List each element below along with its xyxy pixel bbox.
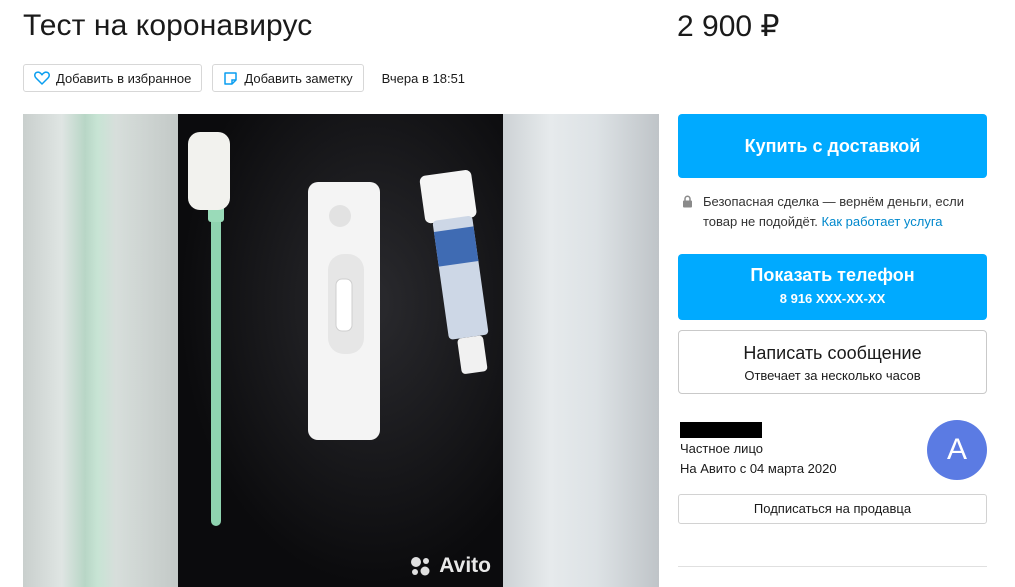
add-note-label: Добавить заметку [244, 70, 353, 86]
add-to-favorites-button[interactable]: Добавить в избранное [23, 64, 203, 92]
subscribe-seller-button[interactable]: Подписаться на продавца [678, 494, 987, 524]
divider [678, 566, 987, 567]
avatar[interactable]: А [927, 420, 987, 480]
how-service-works-link[interactable]: Как работает услуга [822, 214, 943, 229]
write-message-button[interactable]: Написать сообщение Отвечает за несколько… [678, 330, 987, 394]
safe-deal-note: Безопасная сделка — вернём деньги, если … [680, 192, 990, 232]
lock-icon [683, 195, 692, 208]
posted-date: Вчера в 18:51 [381, 70, 466, 86]
add-note-button[interactable]: Добавить заметку [212, 64, 364, 92]
listing-actions: Добавить в избранное Добавить заметку Вч… [23, 64, 465, 92]
listing-price: 2 900 ₽ [677, 10, 780, 43]
buy-with-delivery-button[interactable]: Купить с доставкой [678, 114, 987, 178]
show-phone-button[interactable]: Показать телефон 8 916 XXX-XX-XX [678, 254, 987, 320]
seller-type: Частное лицо [680, 441, 763, 456]
listing-photo[interactable]: Avito [178, 114, 503, 587]
gallery-blur-left [23, 114, 178, 587]
gallery-blur-right [503, 114, 659, 587]
seller-since: На Авито с 04 марта 2020 [680, 461, 837, 476]
write-message-label: Написать сообщение [743, 343, 922, 363]
note-icon [224, 71, 238, 85]
listing-title: Тест на коронавирус [23, 9, 313, 42]
test-kit-illustration [188, 132, 489, 526]
show-phone-label: Показать телефон [750, 265, 915, 285]
avito-watermark: Avito [407, 553, 491, 579]
response-time: Отвечает за несколько часов [744, 368, 921, 383]
seller-name-redacted[interactable] [680, 422, 762, 438]
phone-number: 8 916 XXX-XX-XX [779, 291, 886, 306]
avito-logo-icon [411, 557, 430, 576]
photo-gallery[interactable]: Avito [23, 114, 659, 587]
avito-watermark-text: Avito [439, 554, 491, 577]
add-to-favorites-label: Добавить в избранное [56, 70, 192, 86]
heart-icon [34, 71, 50, 85]
